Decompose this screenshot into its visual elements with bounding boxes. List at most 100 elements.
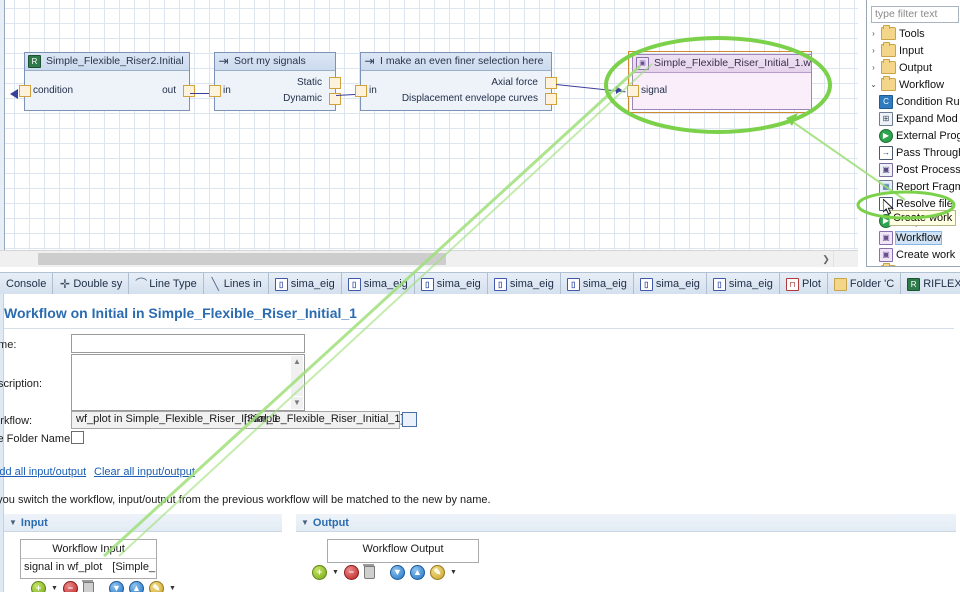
diagram-node-finer-selection[interactable]: ⇥ I make an even finer selection here in…: [360, 52, 552, 111]
tab-sima-eig-5[interactable]: ▯sima_eig: [342, 273, 415, 295]
node-input-port-signal[interactable]: [627, 85, 639, 97]
tab-label: sima_eig: [437, 278, 481, 290]
plot-icon: ⊓: [786, 278, 799, 291]
editor-tab-strip[interactable]: Console✛Double sy⌒Line Type╲Lines in▯sim…: [0, 272, 960, 296]
move-down-icon[interactable]: ▼: [390, 565, 405, 580]
workflow-value-field[interactable]: wf_plot in Simple_Flexible_Riser_Initial…: [71, 411, 400, 429]
tree-item-post-process[interactable]: ▣Post Process: [867, 161, 960, 178]
tree-item-workflow[interactable]: ⌄Workflow: [867, 76, 960, 93]
node-output-port[interactable]: [183, 85, 195, 97]
node-input-port[interactable]: [209, 85, 221, 97]
input-toolbar[interactable]: + ▼ − ▼ ▲ ✎ ▼: [31, 581, 176, 592]
node-input-port[interactable]: [19, 85, 31, 97]
tab-sima-eig-4[interactable]: ▯sima_eig: [269, 273, 342, 295]
tab-console-0[interactable]: Console: [0, 273, 53, 295]
delete-icon[interactable]: [364, 566, 375, 579]
chevron-right-icon[interactable]: ›: [869, 63, 878, 72]
tab-sima-eig-6[interactable]: ▯sima_eig: [415, 273, 488, 295]
input-section-title: Input: [21, 517, 48, 529]
diagram-node-sort-my-signals[interactable]: ⇥ Sort my signals in Static Dynamic: [214, 52, 336, 111]
table-row[interactable]: signal in wf_plot [Simple_Flexib: [21, 559, 156, 575]
node-output-port-displacement[interactable]: [545, 93, 557, 105]
edit-icon[interactable]: ✎: [430, 565, 445, 580]
chevron-right-icon[interactable]: ›: [869, 29, 878, 38]
output-toolbar[interactable]: + ▼ − ▼ ▲ ✎ ▼: [312, 565, 457, 580]
tab-sima-eig-9[interactable]: ▯sima_eig: [634, 273, 707, 295]
input-table[interactable]: Workflow Input signal in wf_plot [Simple…: [20, 539, 157, 579]
tree-item-condition-ru[interactable]: CCondition Ru: [867, 93, 960, 110]
remove-icon[interactable]: −: [63, 581, 78, 592]
description-scroll-down[interactable]: ▼: [291, 397, 303, 409]
tree-item-tools[interactable]: ›Tools: [867, 25, 960, 42]
add-icon[interactable]: +: [312, 565, 327, 580]
tab-folder-c-12[interactable]: Folder 'C: [828, 273, 901, 295]
node-title-bar: ⇥ Sort my signals: [215, 53, 335, 71]
tree-filter-input[interactable]: type filter text: [871, 6, 959, 23]
tab-line-type-2[interactable]: ⌒Line Type: [129, 273, 204, 295]
tree-item-expand-mod[interactable]: ⊞Expand Mod: [867, 110, 960, 127]
remove-icon[interactable]: −: [344, 565, 359, 580]
create-workflow-icon: ▣: [879, 248, 893, 262]
chevron-down-icon[interactable]: ▼: [301, 518, 309, 527]
tree-item-output[interactable]: ›Output: [867, 59, 960, 76]
pass-through-icon: →: [879, 146, 893, 160]
add-dropdown-caret-icon[interactable]: ▼: [51, 585, 58, 592]
workflow-label: Workflow:: [0, 415, 32, 427]
description-textarea[interactable]: ▲ ▼: [71, 354, 305, 411]
add-icon[interactable]: +: [31, 581, 46, 592]
tree-item-report-fragm[interactable]: ▦Report Fragm: [867, 178, 960, 195]
description-scroll-track[interactable]: [291, 368, 303, 396]
workflow-browse-button[interactable]: [402, 412, 417, 427]
tab-plot-11[interactable]: ⊓Plot: [780, 273, 828, 295]
riflex-task-icon: R: [28, 55, 41, 68]
input-section-header[interactable]: ▼ Input: [4, 514, 282, 532]
add-dropdown-caret-icon[interactable]: ▼: [332, 569, 339, 576]
tab-lines-in-3[interactable]: ╲Lines in: [204, 273, 269, 295]
tree-item-pass-through[interactable]: →Pass Through: [867, 144, 960, 161]
workflow-diagram-canvas[interactable]: R Simple_Flexible_Riser2.Initial conditi…: [0, 0, 858, 250]
chevron-down-icon[interactable]: ⌄: [869, 80, 878, 89]
chevron-down-icon[interactable]: ▼: [9, 518, 17, 527]
delete-icon[interactable]: [83, 582, 94, 592]
node-body: in Static Dynamic: [215, 71, 335, 110]
tab-riflex-ta-13[interactable]: RRIFLEX Ta: [901, 273, 960, 295]
tab-double-sy-1[interactable]: ✛Double sy: [53, 273, 129, 295]
description-scroll-up[interactable]: ▲: [291, 356, 303, 368]
scrollbar-thumb[interactable]: [38, 253, 446, 265]
tab-label: sima_eig: [656, 278, 700, 290]
tree-item-optimization[interactable]: ›Optimization: [867, 263, 960, 267]
edit-dropdown-caret-icon[interactable]: ▼: [450, 569, 457, 576]
scrollbar-right-button[interactable]: ❯: [818, 251, 834, 267]
tree-item-input[interactable]: ›Input: [867, 42, 960, 59]
node-title-bar: ⇥ I make an even finer selection here: [361, 53, 551, 71]
node-output-port-static[interactable]: [329, 77, 341, 89]
tree-item-workflow[interactable]: ▣Workflow: [867, 229, 960, 246]
name-input[interactable]: [71, 334, 305, 353]
clear-all-input-output-link[interactable]: Clear all input/output: [94, 466, 195, 478]
chevron-right-icon[interactable]: ›: [869, 46, 878, 55]
tree-item-external-prog[interactable]: ▶External Prog: [867, 127, 960, 144]
tab-sima-eig-10[interactable]: ▯sima_eig: [707, 273, 780, 295]
folder-icon: [881, 61, 896, 74]
tree-item-create-work[interactable]: ▣Create work: [867, 246, 960, 263]
output-table[interactable]: Workflow Output: [327, 539, 479, 563]
port-label-displacement: Displacement envelope curves: [402, 93, 538, 104]
move-down-icon[interactable]: ▼: [109, 581, 124, 592]
edit-dropdown-caret-icon[interactable]: ▼: [169, 585, 176, 592]
canvas-horizontal-scrollbar[interactable]: ❯: [0, 250, 858, 267]
diagram-node-riflex-task[interactable]: R Simple_Flexible_Riser2.Initial conditi…: [24, 52, 190, 111]
folder-icon: [881, 265, 896, 267]
move-up-icon[interactable]: ▲: [129, 581, 144, 592]
tab-sima-eig-7[interactable]: ▯sima_eig: [488, 273, 561, 295]
diagram-node-wf-plot[interactable]: ▣ Simple_Flexible_Riser_Initial_1.wf_plo…: [632, 54, 812, 110]
move-up-icon[interactable]: ▲: [410, 565, 425, 580]
palette-tree-panel[interactable]: type filter text ›Tools›Input›Output⌄Wor…: [866, 0, 960, 267]
edit-icon[interactable]: ✎: [149, 581, 164, 592]
add-all-input-output-link[interactable]: Add all input/output: [0, 466, 86, 478]
tab-sima-eig-8[interactable]: ▯sima_eig: [561, 273, 634, 295]
node-input-port[interactable]: [355, 85, 367, 97]
input-row-name: signal in wf_plot: [24, 559, 102, 575]
output-section-header[interactable]: ▼ Output: [296, 514, 956, 532]
use-folder-name-checkbox[interactable]: [71, 431, 84, 444]
workflow-icon: ▣: [879, 231, 893, 245]
